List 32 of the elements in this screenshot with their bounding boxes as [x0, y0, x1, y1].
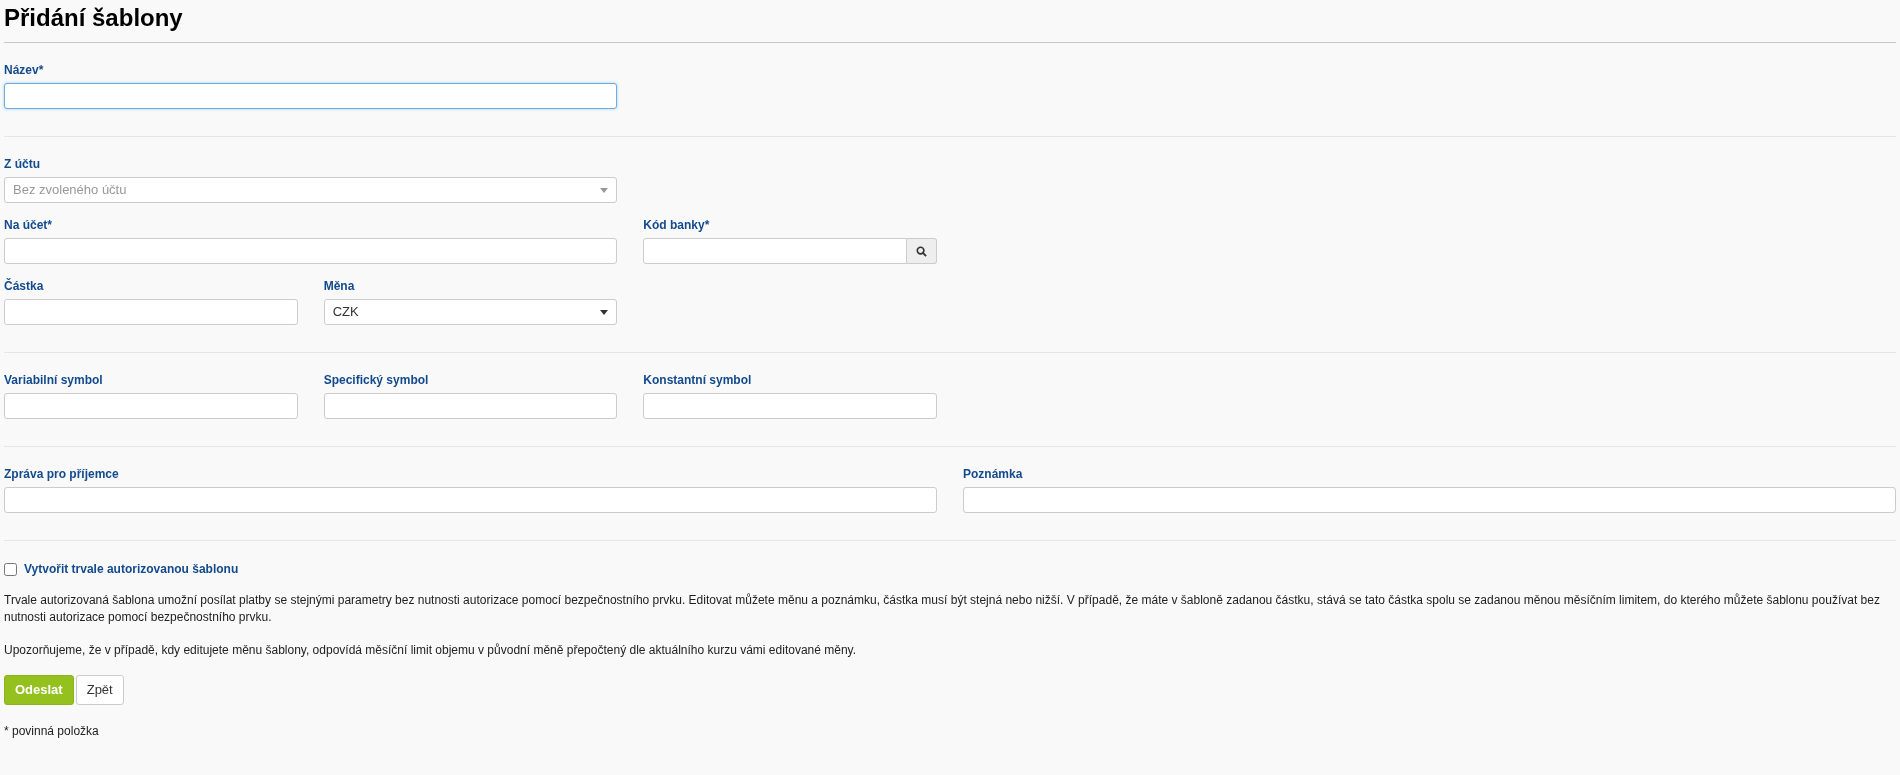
- field-label: Poznámka: [963, 467, 1024, 482]
- text-input[interactable]: [963, 487, 1896, 513]
- text-input[interactable]: [4, 238, 618, 264]
- search-button[interactable]: [907, 238, 937, 264]
- field-label: Variabilní symbol: [4, 373, 104, 388]
- text-input[interactable]: [323, 393, 618, 419]
- required-note: * povinná položka: [4, 723, 100, 740]
- form-button[interactable]: Zpět: [75, 675, 124, 705]
- field-label: Kód banky*: [643, 218, 711, 233]
- caret-icon: [600, 309, 609, 315]
- select-dropdown[interactable]: CZK: [323, 299, 618, 325]
- text-input[interactable]: [4, 83, 618, 109]
- text-input[interactable]: [643, 238, 907, 264]
- field-label: Z účtu: [4, 157, 41, 172]
- field-label: Částka: [4, 279, 45, 294]
- text-input[interactable]: [643, 393, 937, 419]
- field-label: Na účet*: [4, 218, 54, 233]
- field-label: Konstantní symbol: [643, 373, 753, 388]
- text-input[interactable]: [4, 299, 298, 325]
- page-title: Přidání šablony: [4, 3, 184, 33]
- text-input[interactable]: [4, 487, 937, 513]
- field-label: Zpráva pro příjemce: [4, 467, 120, 482]
- info-paragraph: Trvale autorizovaná šablona umožní posílat platby se stejnými parametry bez nutnosti autorizace pomocí bezpečnostního prvku. Editovat můžete měnu a poznámku, částka musí být stejná nebo nižší. V případě, že máte v šabloně zadanou částku, stává se tato částka spolu se zadanou měnou měsíčním limitem, do kterého můžete šablonu používat bez nutnosti autorizace pomocí bezpečnostního prvku.: [4, 592, 1881, 626]
- caret-icon: [600, 187, 609, 193]
- field-label: Specifický symbol: [323, 373, 430, 388]
- info-paragraph: Upozorňujeme, že v případě, kdy editujete měnu šablony, odpovídá měsíční limit objemu v původní měně přepočtený dle aktuálního kurzu vámi editované měny.: [4, 642, 858, 659]
- field-label: Měna: [323, 279, 356, 294]
- checkbox[interactable]: [4, 562, 17, 576]
- text-input[interactable]: [4, 393, 298, 419]
- search-icon: [916, 245, 927, 257]
- field-label: Název*: [4, 63, 45, 78]
- checkbox-label: Vytvořit trvale autorizovanou šablonu: [24, 561, 239, 578]
